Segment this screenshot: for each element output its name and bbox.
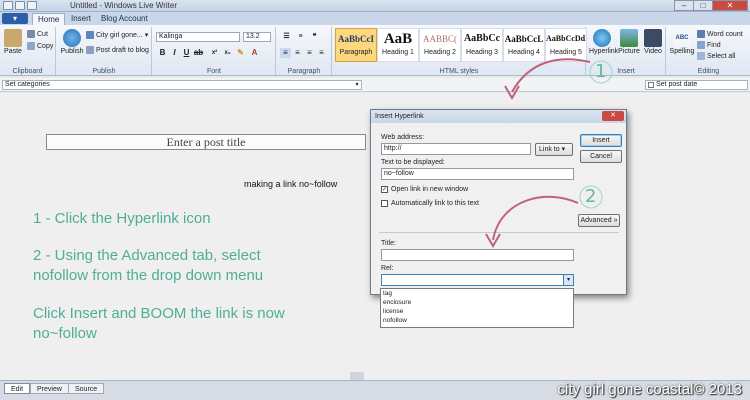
annotation-arrow-2: [492, 195, 579, 241]
annotation-arrow-1: [511, 58, 591, 93]
tab-preview[interactable]: Preview: [30, 383, 69, 394]
tab-source[interactable]: Source: [68, 383, 105, 394]
view-tabs-bar: Edit Preview Source city girl gone coast…: [0, 380, 750, 400]
watermark: city girl gone coastal© 2013: [557, 381, 743, 398]
tab-edit[interactable]: Edit: [4, 383, 31, 394]
annotation-overlay: [485, 58, 613, 248]
annotation-number-2: 2: [585, 186, 597, 207]
annotation-number-1: 1: [595, 61, 607, 82]
horizontal-scrollbar[interactable]: [350, 372, 364, 380]
